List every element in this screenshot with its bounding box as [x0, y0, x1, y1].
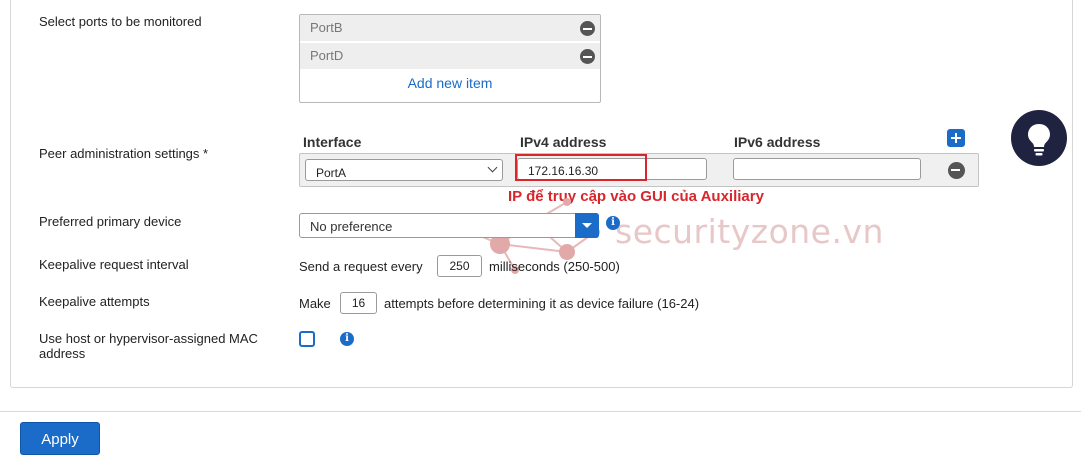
required-mark: *: [203, 146, 209, 161]
preferred-device-select[interactable]: No preference: [299, 213, 599, 238]
preferred-device-label: Preferred primary device: [39, 214, 182, 229]
preferred-device-value: No preference: [310, 219, 393, 234]
add-new-item-link[interactable]: Add new item: [300, 75, 600, 91]
interface-select[interactable]: PortA: [305, 159, 503, 181]
ports-label: Select ports to be monitored: [39, 14, 202, 29]
info-icon[interactable]: i: [606, 216, 620, 230]
info-icon[interactable]: i: [340, 332, 354, 346]
keepalive-attempts-input[interactable]: 16: [340, 292, 377, 314]
lightbulb-icon: [1028, 124, 1050, 156]
keepalive-interval-input[interactable]: 250: [437, 255, 482, 277]
list-item: PortD: [300, 43, 600, 70]
keepalive-interval-prefix: Send a request every: [299, 259, 423, 274]
annotation-highlight-box: [515, 154, 647, 181]
add-peer-icon[interactable]: [947, 129, 965, 147]
ipv4-column-header: IPv4 address: [520, 134, 607, 150]
mac-address-label: Use host or hypervisor-assigned MAC addr…: [39, 331, 258, 361]
dropdown-arrow-icon[interactable]: [575, 213, 599, 238]
remove-port-icon[interactable]: [580, 49, 595, 64]
chevron-down-icon: [487, 162, 498, 173]
peer-admin-label-text: Peer administration settings: [39, 146, 200, 161]
keepalive-attempts-label: Keepalive attempts: [39, 294, 150, 309]
assistant-button[interactable]: [1011, 110, 1067, 166]
interface-select-value: PortA: [316, 166, 347, 180]
keepalive-attempts-prefix: Make: [299, 296, 331, 311]
remove-port-icon[interactable]: [580, 21, 595, 36]
ipv6-input[interactable]: [733, 158, 921, 180]
ports-list: PortB PortD Add new item: [299, 14, 601, 103]
port-name: PortB: [310, 20, 343, 35]
ipv6-column-header: IPv6 address: [734, 134, 821, 150]
peer-admin-label: Peer administration settings *: [39, 146, 208, 161]
list-item: PortB: [300, 15, 600, 42]
keepalive-attempts-suffix: attempts before determining it as device…: [384, 296, 700, 311]
port-name: PortD: [310, 48, 344, 63]
keepalive-interval-suffix: milliseconds (250-500): [489, 259, 620, 274]
footer-divider: [0, 411, 1081, 412]
mac-address-checkbox[interactable]: [299, 331, 315, 347]
watermark-text: securityzone.vn: [615, 212, 884, 251]
interface-column-header: Interface: [303, 134, 362, 150]
keepalive-interval-label: Keepalive request interval: [39, 257, 189, 272]
apply-button[interactable]: Apply: [20, 422, 100, 455]
remove-peer-icon[interactable]: [948, 162, 965, 179]
